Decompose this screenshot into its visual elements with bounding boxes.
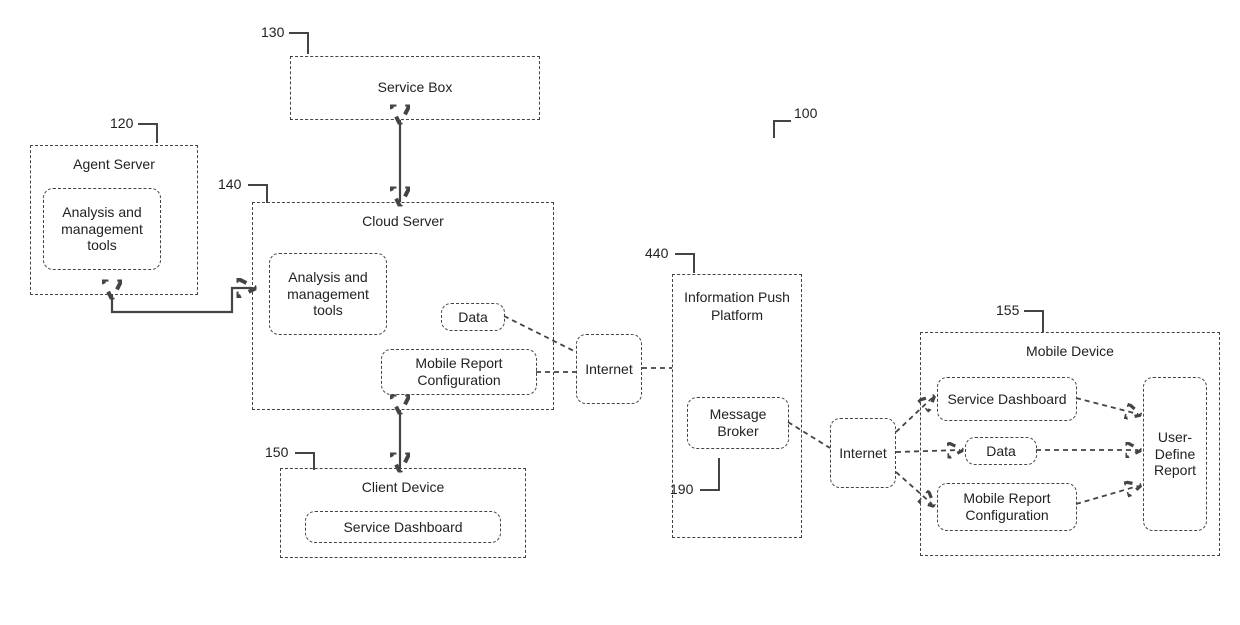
wires — [0, 0, 1240, 625]
diagram-canvas: 100 120 130 140 150 440 190 155 Agent Se… — [0, 0, 1240, 625]
